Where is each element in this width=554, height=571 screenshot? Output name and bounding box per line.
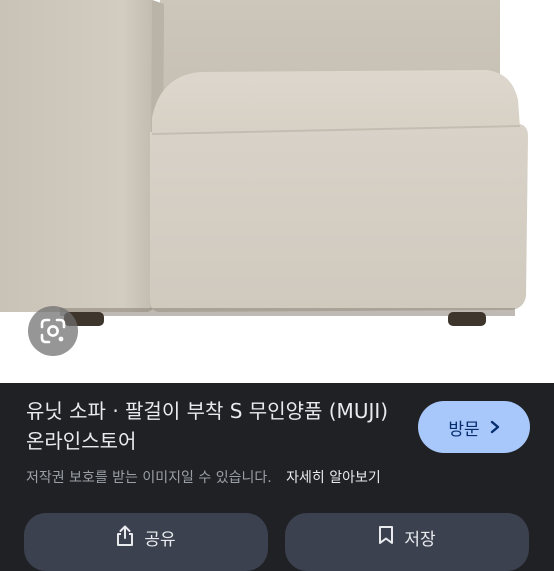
- copyright-text: 저작권 보호를 받는 이미지일 수 있습니다.: [26, 470, 272, 486]
- save-button[interactable]: 저장: [285, 513, 529, 571]
- visit-button-label: 방문: [448, 419, 480, 440]
- save-button-label: 저장: [404, 530, 436, 550]
- share-button[interactable]: 공유: [24, 513, 268, 571]
- copyright-notice: 저작권 보호를 받는 이미지일 수 있습니다. 자세히 알아보기: [26, 467, 536, 487]
- google-lens-icon: [39, 317, 67, 345]
- sofa-photo: [0, 0, 528, 326]
- google-lens-button[interactable]: [28, 306, 78, 356]
- share-button-label: 공유: [144, 530, 176, 550]
- chevron-right-icon: [490, 420, 500, 434]
- product-image[interactable]: [0, 0, 554, 383]
- share-icon: [116, 525, 134, 547]
- visit-button[interactable]: 방문: [418, 401, 530, 453]
- result-title[interactable]: 유닛 소파 · 팔걸이 부착 S 무인양품 (MUJI) 온라인스토어: [26, 396, 406, 456]
- bookmark-icon: [378, 525, 394, 545]
- learn-more-link[interactable]: 자세히 알아보기: [286, 470, 381, 486]
